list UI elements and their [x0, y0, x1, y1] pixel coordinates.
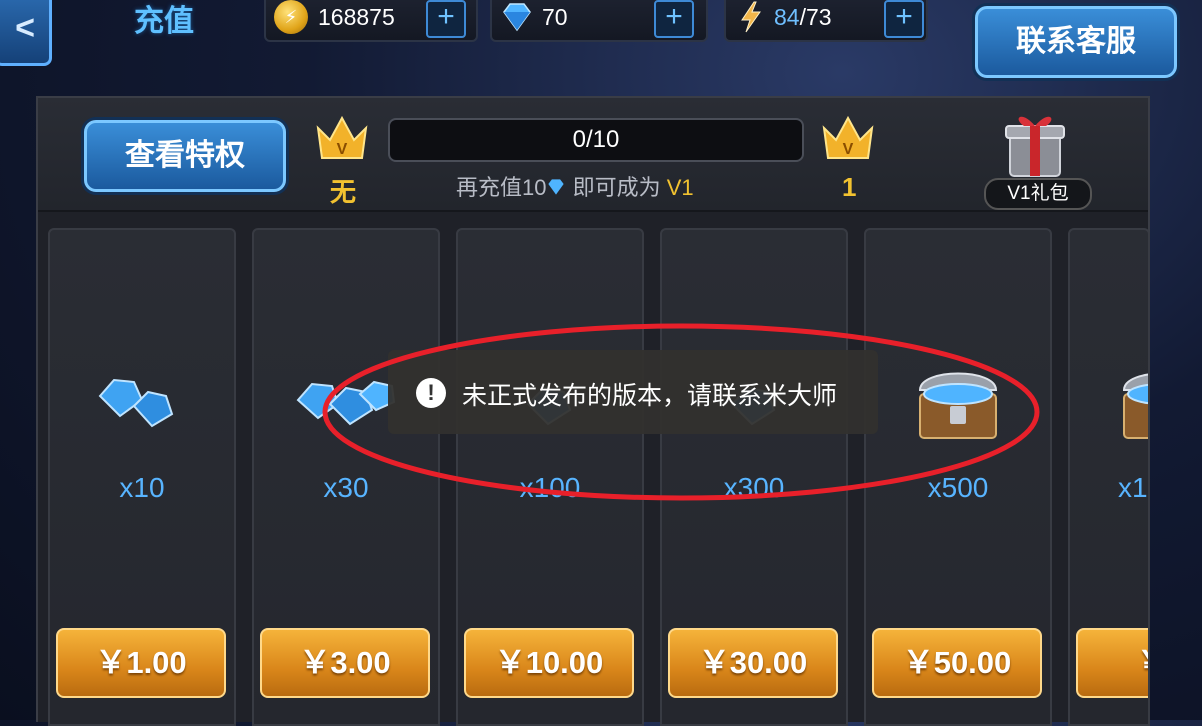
add-energy-button[interactable]: + [884, 0, 924, 38]
gold-resource: ⚡ 168875 + [264, 0, 478, 42]
energy-max: /73 [799, 4, 832, 30]
crown-letter: V [337, 141, 348, 158]
contact-service-button[interactable]: 联系客服 [975, 6, 1177, 78]
gold-value: 168875 [318, 4, 395, 30]
energy-current: 84 [774, 4, 800, 30]
recharge-hint: 再充值10 即可成为 V1 [456, 170, 694, 202]
vip-progress-text: 0/10 [572, 126, 620, 153]
pack-amount: x10 [119, 472, 165, 503]
gem-chest-icon [1122, 373, 1148, 439]
error-toast: ! 未正式发布的版本，请联系米大师 [388, 350, 878, 434]
gift-box-icon[interactable] [1002, 104, 1068, 180]
gem-pile-icon [296, 380, 396, 426]
coin-icon: ⚡ [274, 0, 308, 34]
add-gem-button[interactable]: + [654, 0, 694, 38]
vip-header: 查看特权 V 无 0/10 再充值10 即可成为 V1 V 1 V1礼包 [38, 98, 1148, 212]
gem-value: 70 [542, 4, 568, 30]
price-button[interactable]: ￥1 [1076, 628, 1148, 698]
add-gold-button[interactable]: + [426, 0, 466, 38]
view-privileges-button[interactable]: 查看特权 [84, 120, 286, 192]
price-button[interactable]: ￥30.00 [668, 628, 838, 698]
hint-middle: 即可成为 [566, 175, 667, 200]
two-gems-icon [98, 378, 174, 428]
crown-icon: V [316, 115, 368, 159]
vip-gift-label[interactable]: V1礼包 [984, 178, 1092, 210]
vip-progress-bar: 0/10 [388, 118, 804, 162]
pack-amount: x100 [519, 472, 581, 503]
top-bar: < 充值 ⚡ 168875 + 70 + 84/73 + 联系客服 [0, 0, 1202, 78]
back-arrow-icon: < [15, 8, 35, 47]
diamond-icon [503, 3, 531, 32]
crown-icon: V [822, 115, 874, 159]
pack-card[interactable]: x30 ￥3.00 [252, 228, 440, 726]
energy-resource: 84/73 + [724, 0, 928, 42]
pack-card[interactable]: x100 ￥10.00 [456, 228, 644, 726]
toast-message: 未正式发布的版本，请联系米大师 [462, 382, 838, 410]
alert-icon: ! [416, 378, 446, 408]
page-title: 充值 [134, 5, 194, 38]
pack-card[interactable]: x10 ￥1.00 [48, 228, 236, 726]
diamond-icon [548, 179, 565, 195]
pack-amount: x1 [1118, 472, 1148, 503]
price-button[interactable]: ￥1.00 [56, 628, 226, 698]
lightning-icon [741, 1, 761, 33]
next-vip-level: 1 [842, 172, 857, 202]
gem-chest-icon [918, 372, 998, 439]
pack-card[interactable]: x500 ￥50.00 [864, 228, 1052, 726]
pack-amount: x500 [927, 472, 989, 503]
current-vip-level: 无 [330, 177, 357, 207]
hint-target-level: V1 [666, 175, 694, 200]
price-button[interactable]: ￥10.00 [464, 628, 634, 698]
pack-card[interactable]: x1 ￥1 [1068, 228, 1150, 726]
pack-card[interactable]: x300 ￥30.00 [660, 228, 848, 726]
price-button[interactable]: ￥3.00 [260, 628, 430, 698]
gem-resource: 70 + [490, 0, 708, 42]
back-button[interactable]: < [0, 0, 52, 66]
price-button[interactable]: ￥50.00 [872, 628, 1042, 698]
pack-amount: x30 [323, 472, 369, 503]
crown-letter: V [843, 141, 854, 158]
energy-value: 84/73 [774, 4, 832, 31]
hint-prefix: 再充值10 [456, 175, 547, 200]
pack-amount: x300 [723, 472, 785, 503]
